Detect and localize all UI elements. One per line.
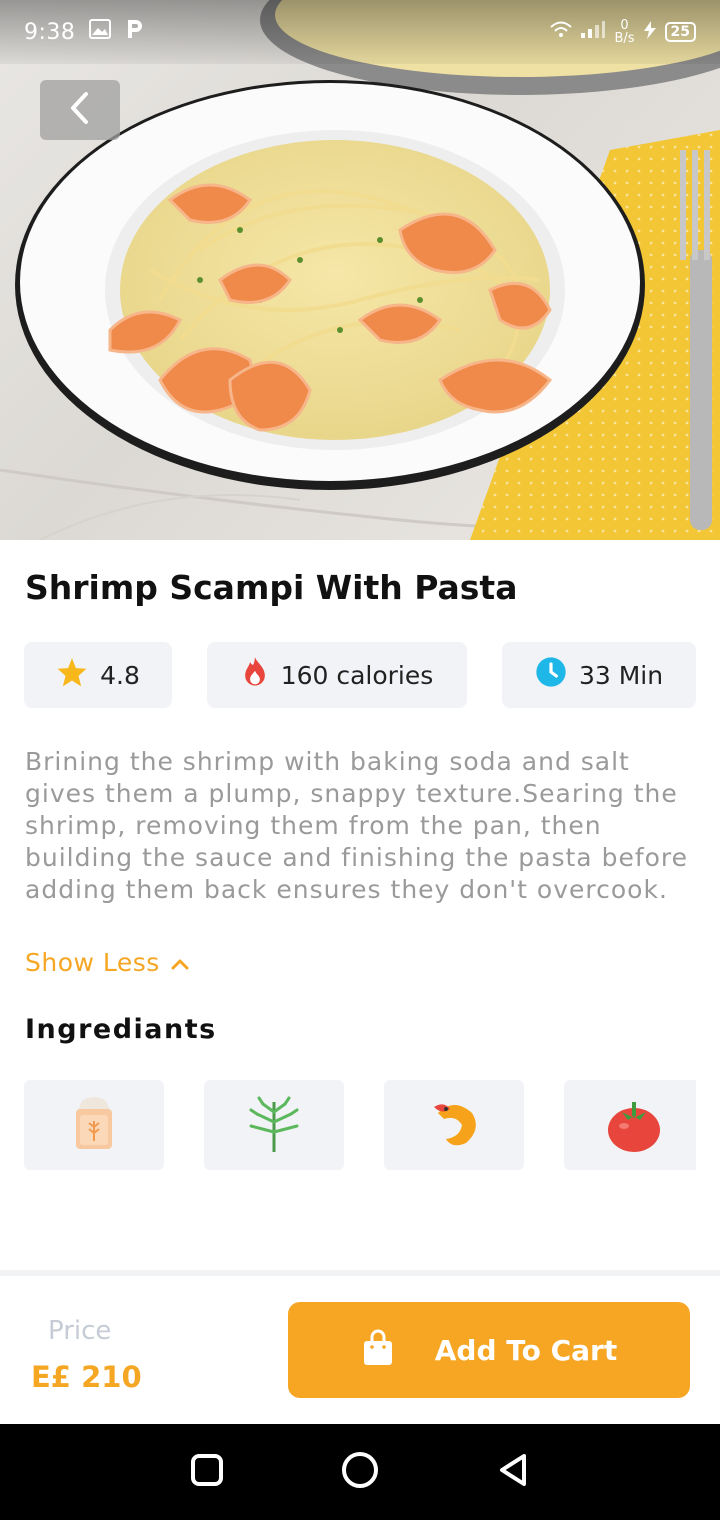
parking-app-icon: [125, 18, 145, 46]
chevron-up-icon: [170, 948, 190, 977]
ingredients-list: [24, 1080, 696, 1170]
status-bar: 9:38 0 B/s 25: [0, 0, 720, 64]
charging-icon: [643, 21, 657, 43]
ingredients-title: Ingrediants: [25, 1014, 217, 1045]
add-to-cart-button[interactable]: Add To Cart: [288, 1302, 690, 1398]
back-nav-button[interactable]: [488, 1447, 538, 1497]
calories-value: 160 calories: [280, 660, 434, 690]
checkout-bar: Price E£ 210 Add To Cart: [0, 1270, 720, 1424]
rating-value: 4.8: [100, 660, 140, 690]
show-less-toggle[interactable]: Show Less: [25, 948, 190, 977]
net-speed: 0 B/s: [614, 19, 634, 45]
calories-chip: 160 calories: [207, 642, 467, 708]
fire-icon: [241, 656, 269, 694]
time-value: 33 Min: [578, 660, 664, 690]
wifi-icon: [550, 21, 573, 43]
shopping-bag-icon: [361, 1329, 395, 1371]
ingredient-item-flour[interactable]: [24, 1080, 164, 1170]
circle-icon: [340, 1450, 380, 1494]
net-speed-unit: B/s: [614, 31, 635, 46]
recents-button[interactable]: [182, 1447, 232, 1497]
product-description: Brining the shrimp with baking soda and …: [25, 747, 689, 904]
flour-icon: [70, 1093, 118, 1157]
battery-indicator: 25: [664, 22, 696, 42]
signal-icon: [580, 21, 606, 43]
time-chip: 33 Min: [502, 642, 696, 708]
clock-icon: [535, 656, 567, 694]
show-less-label: Show Less: [25, 948, 160, 977]
shrimp-icon: [424, 1093, 484, 1157]
gallery-icon: [89, 19, 112, 45]
ingredient-item-herb[interactable]: [204, 1080, 344, 1170]
rating-chip: 4.8: [24, 642, 172, 708]
ingredient-item-shrimp[interactable]: [384, 1080, 524, 1170]
star-icon: [56, 657, 88, 693]
add-to-cart-label: Add To Cart: [434, 1333, 618, 1367]
ingredient-item-tomato[interactable]: [564, 1080, 696, 1170]
chevron-left-icon: [68, 91, 92, 129]
back-button[interactable]: [40, 80, 120, 140]
triangle-back-icon: [496, 1452, 530, 1492]
system-nav-bar: [0, 1424, 720, 1520]
price-value: E£ 210: [31, 1360, 142, 1394]
product-title: Shrimp Scampi With Pasta: [25, 568, 518, 607]
price-label: Price: [48, 1316, 112, 1346]
herb-icon: [243, 1092, 305, 1158]
home-button[interactable]: [335, 1447, 385, 1497]
square-icon: [190, 1453, 224, 1491]
status-time: 9:38: [24, 19, 76, 45]
tomato-icon: [604, 1092, 664, 1158]
